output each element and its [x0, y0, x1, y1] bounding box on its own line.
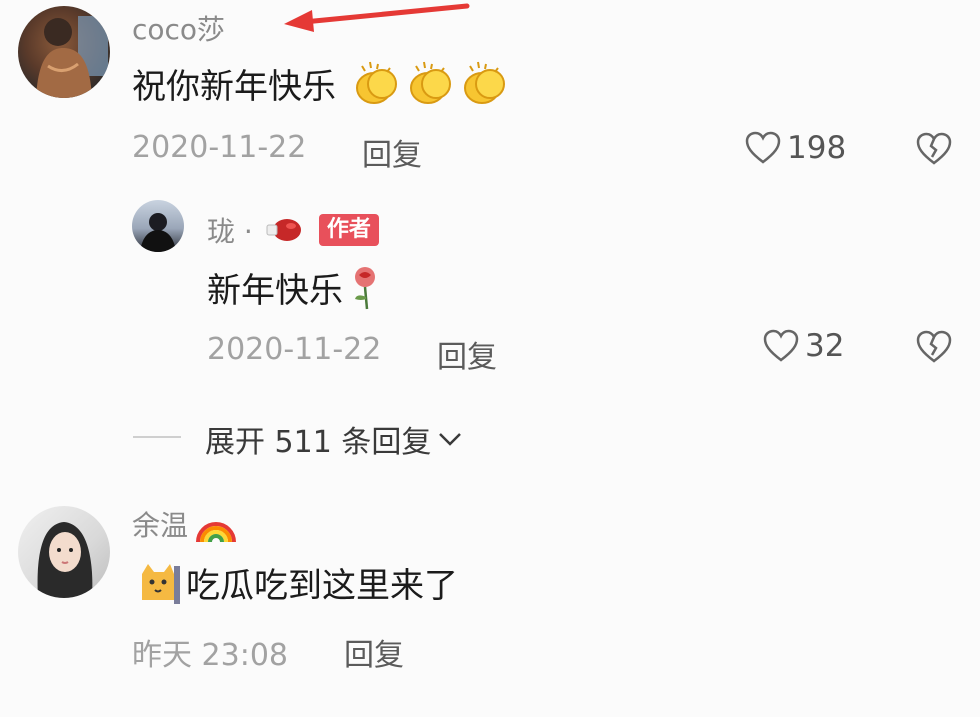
- comment-username-row: 余温: [132, 504, 238, 544]
- reply-button[interactable]: 回复: [344, 630, 404, 674]
- avatar-image-icon: [140, 213, 176, 252]
- broken-heart-icon[interactable]: [916, 132, 952, 166]
- avatar[interactable]: [18, 506, 110, 598]
- reply-username[interactable]: 珑 ·: [207, 210, 253, 250]
- clapping-hands-icon: [410, 61, 451, 104]
- like-count: 198: [787, 130, 847, 166]
- comment-text-row: 祝你新年快乐: [132, 58, 510, 108]
- clapping-hands-icon: [356, 61, 397, 104]
- reply-avatar[interactable]: [132, 200, 184, 252]
- chevron-down-icon: [439, 433, 462, 446]
- avatar-image-icon: [36, 16, 108, 98]
- avatar[interactable]: [18, 6, 110, 98]
- author-badge: 作者: [318, 214, 379, 246]
- comment-text: 吃瓜吃到这里来了: [186, 566, 458, 606]
- expand-replies-label: 展开 511 条回复: [205, 425, 432, 460]
- reply-text-row: 新年快乐: [207, 263, 383, 312]
- avatar-image-icon: [37, 522, 93, 598]
- comment-date: 2020-11-22: [132, 130, 307, 165]
- like-count: 32: [805, 328, 845, 364]
- boxing-glove-icon: [266, 219, 301, 241]
- reply-date: 2020-11-22: [207, 332, 382, 367]
- like-button[interactable]: 32: [763, 328, 844, 364]
- comment-username[interactable]: coco莎: [132, 8, 225, 48]
- reply-button[interactable]: 回复: [362, 130, 422, 174]
- comment-text: 祝你新年快乐: [132, 66, 336, 107]
- clapping-hands-icon: [464, 61, 505, 104]
- comment-date: 昨天 23:08: [132, 638, 288, 673]
- rainbow-icon: [196, 522, 237, 543]
- like-button[interactable]: 198: [745, 130, 846, 166]
- heart-icon: [763, 329, 799, 362]
- reply-button[interactable]: 回复: [437, 332, 497, 376]
- reply-text: 新年快乐: [207, 271, 343, 311]
- rose-icon: [355, 266, 375, 309]
- red-arrow-icon: [284, 3, 470, 32]
- reply-header: 珑 · 作者: [207, 210, 379, 250]
- heart-icon: [745, 131, 781, 164]
- comment-text-row: 吃瓜吃到这里来了: [138, 558, 458, 607]
- broken-heart-icon[interactable]: [916, 330, 952, 364]
- cat-icon: [142, 563, 180, 604]
- comment-username[interactable]: 余温: [132, 504, 188, 544]
- expand-replies-button[interactable]: 展开 511 条回复: [205, 417, 463, 461]
- divider-line: [133, 436, 181, 438]
